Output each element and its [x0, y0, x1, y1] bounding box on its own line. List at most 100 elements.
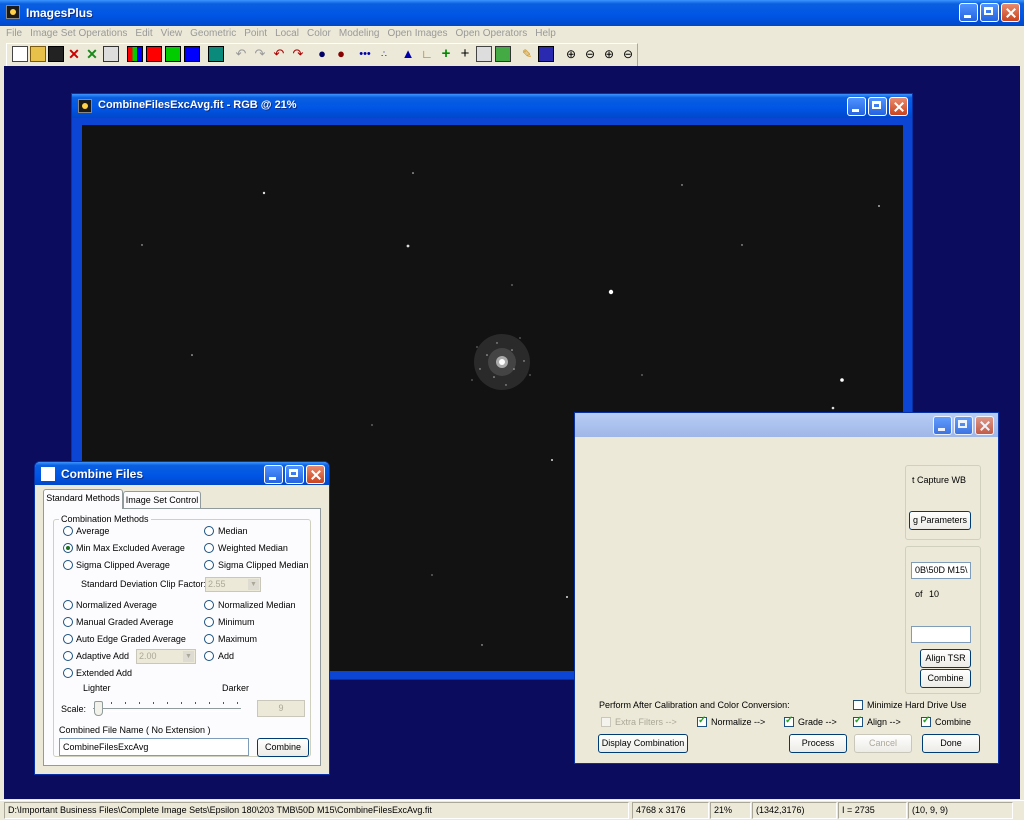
- maximize-icon[interactable]: [285, 465, 304, 484]
- tab-standard-methods[interactable]: Standard Methods: [43, 489, 123, 509]
- calculator-icon[interactable]: [476, 46, 492, 62]
- radio-sigma-clipped-median[interactable]: [204, 560, 214, 570]
- add-icon[interactable]: +: [438, 46, 454, 62]
- scale-value-field[interactable]: 9: [257, 700, 305, 717]
- combine-files-dialog[interactable]: Combine Files Standard Methods Image Set…: [34, 461, 330, 775]
- grade-checkbox[interactable]: [784, 715, 794, 727]
- minimize-icon[interactable]: [264, 465, 283, 484]
- minimize-icon[interactable]: [847, 97, 866, 116]
- minimize-icon[interactable]: [959, 3, 978, 22]
- menu-open-images[interactable]: Open Images: [383, 26, 451, 42]
- radio-adaptive-add[interactable]: [63, 651, 73, 661]
- zoom-actual-icon[interactable]: ⊖: [620, 46, 636, 62]
- zoom-fit-icon[interactable]: ⊕: [601, 46, 617, 62]
- scale-slider-thumb[interactable]: [94, 701, 103, 716]
- radio-sigma-clipped-average[interactable]: [63, 560, 73, 570]
- process-window[interactable]: t Capture WB g Parameters 0B\50D M15\ of…: [574, 412, 999, 764]
- radio-extended-add[interactable]: [63, 668, 73, 678]
- radio-auto-edge-graded-average[interactable]: [63, 634, 73, 644]
- display-combination-button[interactable]: Display Combination: [598, 734, 688, 753]
- radio-weighted-median[interactable]: [204, 543, 214, 553]
- close-icon[interactable]: [889, 97, 908, 116]
- process-window-titlebar[interactable]: [575, 413, 998, 437]
- print-icon[interactable]: [103, 46, 119, 62]
- parameters-button[interactable]: g Parameters: [909, 511, 971, 530]
- radio-manual-graded-average[interactable]: [63, 617, 73, 627]
- radio-maximum[interactable]: [204, 634, 214, 644]
- radio-median[interactable]: [204, 526, 214, 536]
- dots-icon[interactable]: •••: [357, 46, 373, 62]
- zoom-in-icon[interactable]: ⊕: [563, 46, 579, 62]
- menu-open-operators[interactable]: Open Operators: [452, 26, 532, 42]
- minimize-icon[interactable]: [933, 416, 952, 435]
- process-button[interactable]: Process: [789, 734, 847, 753]
- image-path-field[interactable]: 0B\50D M15\: [911, 562, 971, 579]
- close-icon[interactable]: [975, 416, 994, 435]
- app-titlebar[interactable]: ImagesPlus: [0, 0, 1024, 26]
- menu-image-set-operations[interactable]: Image Set Operations: [26, 26, 131, 42]
- menu-help[interactable]: Help: [531, 26, 560, 42]
- histogram-icon[interactable]: ▲: [400, 46, 416, 62]
- undo-icon[interactable]: ↶: [233, 46, 249, 62]
- menu-local[interactable]: Local: [271, 26, 303, 42]
- zoom-out-icon[interactable]: ⊖: [582, 46, 598, 62]
- redo-icon[interactable]: ↷: [252, 46, 268, 62]
- palette-icon[interactable]: [495, 46, 511, 62]
- save-disk-icon[interactable]: [48, 46, 64, 62]
- menu-file[interactable]: File: [0, 26, 26, 42]
- menu-edit[interactable]: Edit: [131, 26, 156, 42]
- menu-view[interactable]: View: [157, 26, 187, 42]
- blue-channel-icon[interactable]: [184, 46, 200, 62]
- radio-min-max-excluded-average[interactable]: [63, 543, 73, 553]
- close-image-icon[interactable]: ✕: [66, 46, 82, 62]
- cancel-button[interactable]: Cancel: [854, 734, 912, 753]
- maximize-icon[interactable]: [954, 416, 973, 435]
- combine-files-titlebar[interactable]: Combine Files: [35, 462, 329, 485]
- menu-geometric[interactable]: Geometric: [186, 26, 240, 42]
- combine-checkbox[interactable]: [921, 715, 931, 727]
- empty-field[interactable]: [911, 626, 971, 643]
- close-icon[interactable]: [1001, 3, 1020, 22]
- adaptive-add-select[interactable]: 2.00: [136, 649, 196, 664]
- radio-normalized-median[interactable]: [204, 600, 214, 610]
- close-all-icon[interactable]: ✕: [84, 46, 100, 62]
- open-folder-icon[interactable]: [30, 46, 46, 62]
- radio-minimum[interactable]: [204, 617, 214, 627]
- scale-slider-track[interactable]: [93, 708, 241, 712]
- std-dev-clip-select[interactable]: 2.55: [205, 577, 261, 592]
- grid-icon[interactable]: [208, 46, 224, 62]
- green-channel-icon[interactable]: [165, 46, 181, 62]
- maximize-icon[interactable]: [868, 97, 887, 116]
- plot-points-icon[interactable]: ∴: [376, 46, 392, 62]
- filename-input[interactable]: CombineFilesExcAvg: [59, 738, 249, 756]
- redo-all-icon[interactable]: ↷: [290, 46, 306, 62]
- new-file-icon[interactable]: [12, 46, 28, 62]
- align-checkbox[interactable]: [853, 715, 863, 727]
- close-icon[interactable]: [306, 465, 325, 484]
- table-icon[interactable]: [538, 46, 554, 62]
- rgb-channels-icon[interactable]: [127, 46, 143, 62]
- crosshair-icon[interactable]: +: [457, 46, 473, 62]
- red-channel-icon[interactable]: [146, 46, 162, 62]
- radio-normalized-average[interactable]: [63, 600, 73, 610]
- select-star-icon[interactable]: ●: [333, 46, 349, 62]
- tab-image-set-control[interactable]: Image Set Control: [123, 491, 201, 509]
- pencil-icon[interactable]: ✎: [519, 46, 535, 62]
- curve-icon[interactable]: ∟: [419, 46, 435, 62]
- normalize-checkbox[interactable]: [697, 715, 707, 727]
- radio-average[interactable]: [63, 526, 73, 536]
- extra-filters-checkbox[interactable]: [601, 717, 611, 727]
- menu-color[interactable]: Color: [303, 26, 335, 42]
- undo-all-icon[interactable]: ↶: [271, 46, 287, 62]
- maximize-icon[interactable]: [980, 3, 999, 22]
- image-window-titlebar[interactable]: CombineFilesExcAvg.fit - RGB @ 21%: [72, 94, 912, 118]
- done-button[interactable]: Done: [922, 734, 980, 753]
- menu-modeling[interactable]: Modeling: [335, 26, 384, 42]
- select-point-icon[interactable]: ●: [314, 46, 330, 62]
- minimize-hard-drive-checkbox[interactable]: [853, 700, 863, 710]
- align-tsr-button[interactable]: Align TSR: [920, 649, 971, 668]
- radio-add[interactable]: [204, 651, 214, 661]
- combine-button[interactable]: Combine: [257, 738, 309, 757]
- combine-step-button[interactable]: Combine: [920, 669, 971, 688]
- menu-point[interactable]: Point: [240, 26, 271, 42]
